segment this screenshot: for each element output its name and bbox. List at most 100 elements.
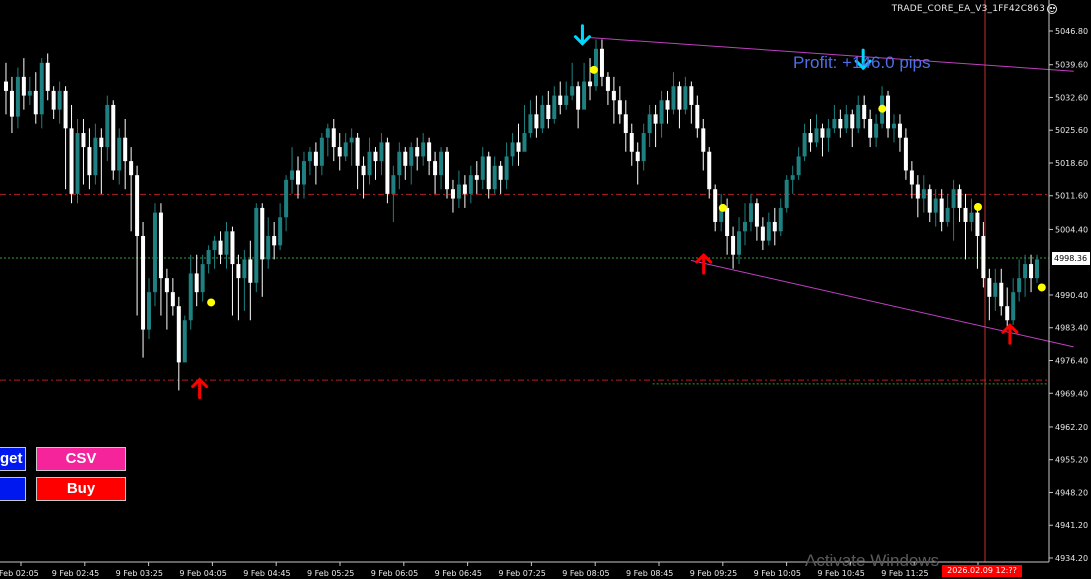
candle-body bbox=[218, 240, 223, 255]
chart-window[interactable]: 5046.80 5039.60 5032.60 5025.60 5018.60 5011.… bbox=[0, 0, 1091, 579]
profit-label: Profit: +146.0 pips bbox=[793, 53, 931, 72]
candle-body bbox=[93, 137, 98, 176]
candle-body bbox=[796, 156, 801, 176]
candle-body bbox=[170, 292, 175, 307]
candle-body bbox=[176, 306, 181, 363]
candle-body bbox=[921, 189, 926, 199]
candle-body bbox=[117, 137, 122, 171]
candle-body bbox=[850, 114, 855, 129]
candle-body bbox=[361, 165, 366, 176]
candle-body bbox=[939, 198, 944, 222]
candle-body bbox=[224, 231, 229, 255]
candle-body bbox=[510, 142, 515, 157]
candle-body bbox=[9, 90, 14, 117]
signal-dot-icon bbox=[878, 104, 887, 113]
candle-body bbox=[450, 189, 455, 199]
candle-body bbox=[403, 151, 408, 166]
candle-body bbox=[927, 189, 932, 213]
candle-body bbox=[665, 100, 670, 110]
candle-body bbox=[439, 151, 444, 176]
candle-body bbox=[772, 221, 777, 232]
candle-body bbox=[534, 114, 539, 129]
candle-body bbox=[951, 189, 956, 208]
candle-body bbox=[778, 207, 783, 232]
sell-button[interactable] bbox=[0, 477, 26, 501]
price-tick-label: 4983.40 bbox=[1055, 324, 1088, 333]
csv-button[interactable]: CSV bbox=[36, 447, 126, 471]
candle-body bbox=[707, 151, 712, 190]
candle-body bbox=[731, 235, 736, 255]
time-tick-label: 9 Feb 05:25 bbox=[307, 569, 354, 578]
candle-body bbox=[689, 86, 694, 105]
candle-body bbox=[993, 282, 998, 297]
candle-body bbox=[57, 90, 62, 110]
price-chart[interactable]: 5046.80 5039.60 5032.60 5025.60 5018.60 5011.… bbox=[0, 0, 1091, 579]
price-tick-label: 4948.20 bbox=[1055, 488, 1088, 497]
candle-body bbox=[415, 147, 420, 157]
candle-body bbox=[206, 250, 211, 265]
candle-body bbox=[474, 175, 479, 180]
candle-body bbox=[748, 203, 753, 222]
price-tick-label: 4955.20 bbox=[1055, 456, 1088, 465]
candle-body bbox=[832, 118, 837, 129]
candle-body bbox=[969, 212, 974, 222]
candle-body bbox=[421, 142, 426, 157]
candle-body bbox=[814, 128, 819, 143]
price-tick-label: 5046.80 bbox=[1055, 27, 1088, 36]
candle-body bbox=[737, 231, 742, 255]
activate-windows-watermark: Activate Windows bbox=[805, 551, 940, 570]
candle-body bbox=[766, 221, 771, 241]
candle-body bbox=[838, 118, 843, 129]
candle-body bbox=[1035, 259, 1040, 279]
candle-body bbox=[188, 273, 193, 321]
candle-body bbox=[33, 90, 38, 115]
candle-body bbox=[111, 104, 116, 171]
candle-body bbox=[331, 128, 336, 148]
candle-body bbox=[254, 207, 259, 283]
candle-body bbox=[39, 62, 44, 115]
price-tick-label: 4934.20 bbox=[1055, 554, 1088, 563]
candle-body bbox=[844, 114, 849, 129]
candle-body bbox=[462, 184, 467, 194]
candle-body bbox=[260, 207, 265, 260]
signal-dot-icon bbox=[974, 202, 982, 211]
candle-body bbox=[99, 137, 104, 148]
candle-body bbox=[182, 320, 187, 363]
candle-body bbox=[69, 128, 74, 194]
smiley-face-icon[interactable] bbox=[1047, 4, 1057, 14]
candle-body bbox=[999, 282, 1004, 307]
candle-body bbox=[1005, 306, 1010, 321]
time-tick-label: 9 Feb 08:45 bbox=[626, 569, 673, 578]
candle-body bbox=[301, 161, 306, 185]
candle-body bbox=[516, 142, 521, 152]
candle-body bbox=[588, 81, 593, 87]
candle-body bbox=[373, 151, 378, 162]
candle-body bbox=[486, 156, 491, 190]
candle-body bbox=[468, 175, 473, 194]
time-tick-label: 9 Feb 04:05 bbox=[179, 569, 226, 578]
expert-advisor-label: TRADE_CORE_EA_V3_1FF42C863 bbox=[891, 4, 1045, 14]
target-button[interactable]: get bbox=[0, 447, 26, 471]
current-price-tag: 4998.36 bbox=[1052, 252, 1090, 265]
candle-body bbox=[343, 142, 348, 157]
price-tick-label: 4990.40 bbox=[1055, 291, 1088, 300]
candle-body bbox=[659, 100, 664, 124]
candle-body bbox=[135, 175, 140, 236]
candle-body bbox=[379, 142, 384, 162]
candle-body bbox=[445, 151, 450, 190]
candle-body bbox=[313, 151, 318, 166]
candle-body bbox=[522, 133, 527, 152]
candle-body bbox=[695, 104, 700, 129]
candle-body bbox=[570, 86, 575, 96]
candle-body bbox=[564, 95, 569, 105]
candle-body bbox=[754, 203, 759, 227]
buy-button[interactable]: Buy bbox=[36, 477, 126, 501]
price-tick-label: 5004.40 bbox=[1055, 225, 1088, 234]
candle-body bbox=[248, 259, 253, 283]
candle-body bbox=[909, 170, 914, 185]
candle-body bbox=[21, 76, 26, 96]
candle-body bbox=[802, 133, 807, 157]
price-tick-label: 4976.40 bbox=[1055, 356, 1088, 365]
candle-body bbox=[957, 189, 962, 208]
candle-body bbox=[617, 100, 622, 115]
